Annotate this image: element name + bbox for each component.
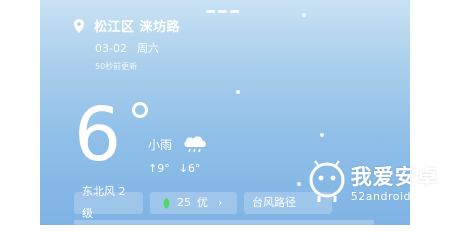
condition-text: 小雨	[148, 137, 173, 152]
arrow-down-icon: ↓	[178, 162, 188, 175]
page-indicator	[206, 0, 242, 17]
rain-drop	[320, 133, 324, 137]
page-dot	[206, 10, 215, 13]
degree-symbol	[132, 102, 148, 118]
rain-drop	[236, 90, 240, 94]
current-temperature: 6	[74, 92, 122, 178]
watermark-text: 我爱安卓 52android.com	[351, 161, 440, 203]
page-dot	[230, 10, 239, 13]
high-low-row: ↑9° ↓6°	[148, 162, 200, 175]
wind-chip[interactable]: 东北风 2级	[74, 185, 143, 220]
watermark: 我爱安卓 52android.com	[307, 160, 440, 204]
low-temp: 6°	[187, 162, 201, 175]
aqi-level: 优	[197, 196, 208, 209]
android-robot-logo	[309, 160, 345, 202]
weekday-text: 周六	[136, 42, 159, 55]
cloud-rain-icon	[184, 136, 206, 153]
page-dot	[218, 10, 227, 13]
chevron-right-icon: ›	[218, 196, 223, 209]
condition-row: 小雨	[148, 133, 209, 155]
location-name: 松江区 涞坊路	[94, 20, 181, 35]
date-text: 03-02	[95, 42, 127, 55]
leaf-icon	[163, 197, 170, 209]
arrow-up-icon: ↑	[148, 162, 158, 175]
high-temp: 9°	[157, 162, 170, 175]
watermark-site: 52android.com	[350, 190, 440, 203]
date-row: 03-02 周六	[95, 40, 159, 56]
update-time: 50秒前更新	[95, 62, 138, 71]
forecast-strip	[74, 220, 374, 225]
info-chips: 东北风 2级 25 优 › 台风路径	[74, 185, 339, 220]
aqi-value: 25	[177, 196, 191, 209]
rain-drop	[297, 182, 301, 186]
location-pin-icon	[74, 18, 84, 33]
location-row[interactable]: 松江区 涞坊路	[74, 16, 180, 35]
watermark-brand: 我爱安卓	[350, 165, 439, 189]
rain-drop	[302, 13, 306, 17]
air-quality-chip[interactable]: 25 优 ›	[150, 192, 237, 214]
